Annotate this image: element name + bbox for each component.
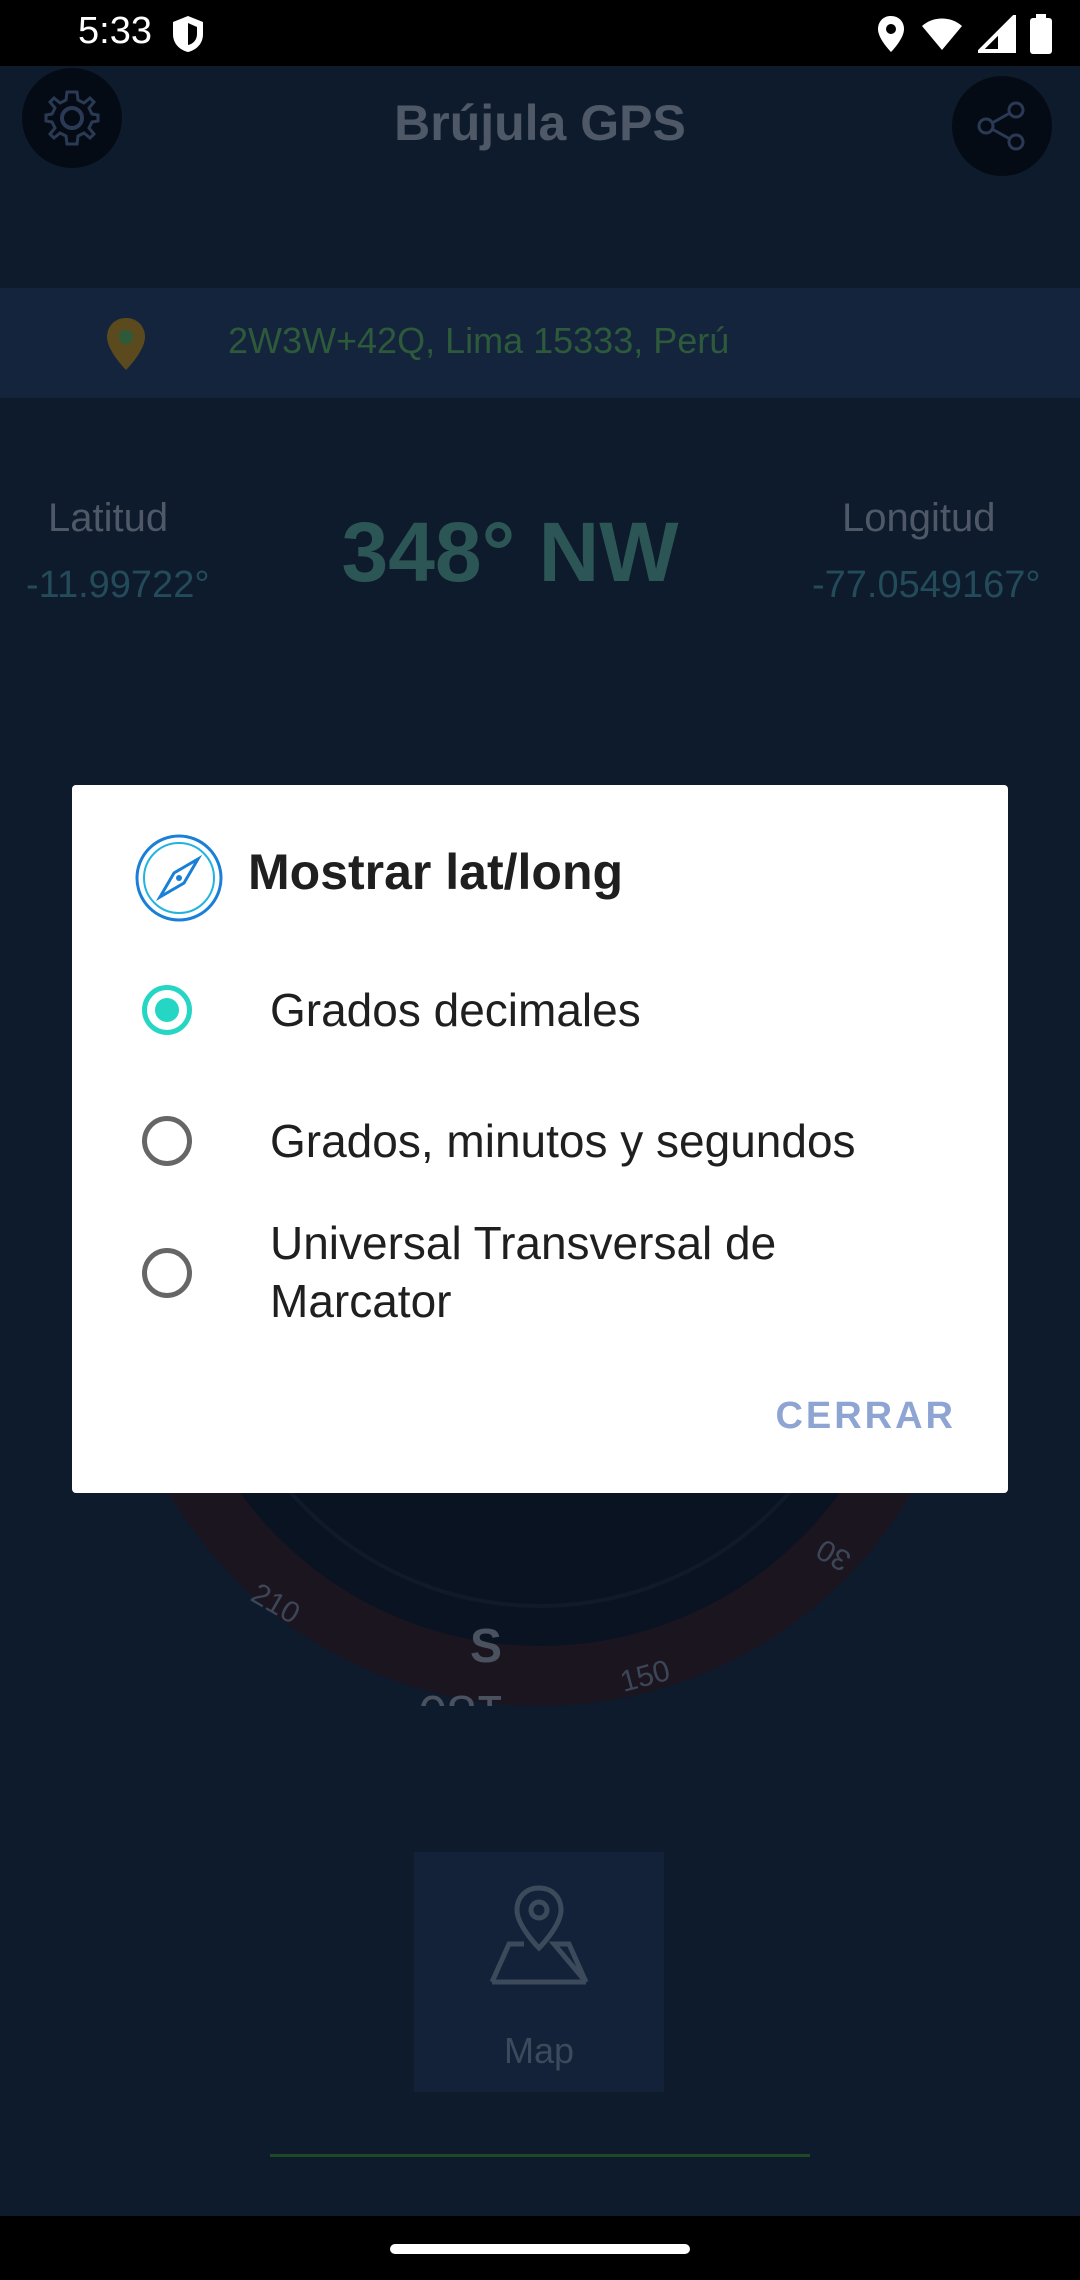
close-button[interactable]: CERRAR bbox=[775, 1395, 956, 1438]
map-label: Map bbox=[503, 2030, 575, 2071]
shield-icon bbox=[173, 16, 203, 52]
dialog-title: Mostrar lat/long bbox=[248, 844, 624, 900]
compass-tick-180: 180 bbox=[418, 1684, 505, 1706]
address-text: 2W3W+42Q, Lima 15333, Perú bbox=[228, 320, 730, 361]
heading-readout: 348° NW bbox=[341, 505, 679, 599]
map-button[interactable]: Map bbox=[414, 1852, 664, 2092]
share-button[interactable] bbox=[952, 76, 1052, 176]
option-utm[interactable]: Universal Transversal de Marcator bbox=[72, 1213, 1008, 1333]
option-label: Grados, minutos y segundos bbox=[270, 1115, 856, 1167]
signal-icon bbox=[978, 15, 1016, 53]
address-bar: 2W3W+42Q, Lima 15333, Perú bbox=[0, 288, 1080, 398]
divider-line bbox=[270, 2154, 810, 2157]
option-dms[interactable]: Grados, minutos y segundos bbox=[72, 1081, 1008, 1201]
share-icon bbox=[977, 101, 1025, 151]
wifi-icon bbox=[922, 18, 962, 50]
app-title: Brújula GPS bbox=[394, 95, 686, 151]
app-top-bar: Brújula GPS bbox=[0, 66, 1080, 226]
map-location-icon bbox=[489, 1885, 589, 1985]
navigation-bar bbox=[0, 2216, 1080, 2280]
radio-button[interactable] bbox=[142, 1248, 192, 1298]
status-bar: 5:33 bbox=[0, 0, 1080, 66]
option-label: Grados decimales bbox=[270, 984, 641, 1036]
lat-long-format-dialog: Mostrar lat/long Grados decimales Grados… bbox=[72, 785, 1008, 1493]
compass-s-label: S bbox=[470, 1620, 502, 1673]
battery-icon bbox=[1030, 14, 1052, 54]
radio-button[interactable] bbox=[142, 1116, 192, 1166]
latitude-value: -11.99722° bbox=[26, 564, 210, 606]
longitude-value: -77.0549167° bbox=[812, 564, 1041, 606]
status-time: 5:33 bbox=[78, 10, 152, 52]
map-pin-icon bbox=[107, 318, 145, 370]
latitude-label: Latitud bbox=[48, 496, 169, 540]
location-icon bbox=[878, 16, 904, 52]
option-decimal-degrees[interactable]: Grados decimales bbox=[72, 950, 1008, 1070]
compass-icon bbox=[135, 834, 223, 922]
longitude-label: Longitud bbox=[842, 496, 996, 540]
radio-button-selected[interactable] bbox=[142, 985, 192, 1035]
home-gesture-handle[interactable] bbox=[390, 2244, 690, 2254]
option-label: Universal Transversal de Marcator bbox=[270, 1217, 777, 1327]
